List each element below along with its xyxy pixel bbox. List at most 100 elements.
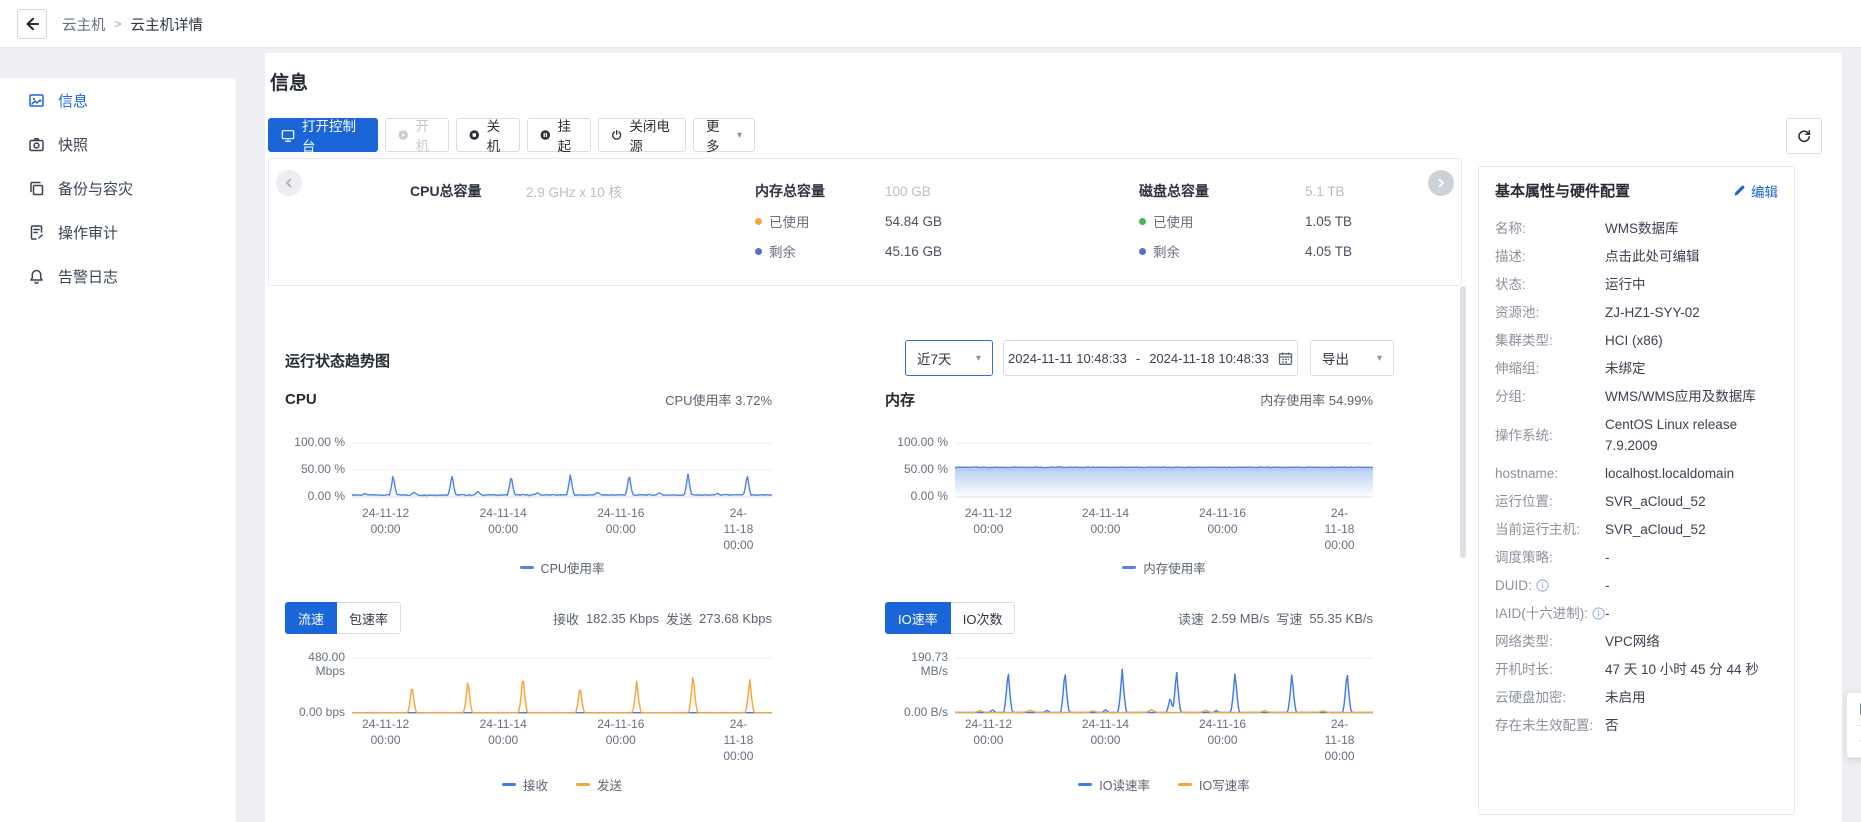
sidebar-item-audit[interactable]: 操作审计 [0, 210, 236, 254]
x-axis-tick: 24-11-12 00:00 [964, 717, 1013, 747]
memory-plot-svg [955, 442, 1373, 498]
y-axis-label: 0.00 % [910, 489, 948, 503]
sidebar-item-alarm-log[interactable]: 告警日志 [0, 254, 236, 298]
write-value: 55.35 KB/s [1309, 610, 1373, 626]
play-circle-icon [398, 130, 409, 140]
top-bar: 云主机 > 云主机详情 [0, 0, 1861, 48]
memory-used-label: 已使用 [769, 215, 810, 230]
tab-io-rate[interactable]: IO速率 [885, 602, 951, 634]
memory-used-value: 54.84 GB [885, 213, 943, 229]
more-label: 更多 [706, 119, 720, 154]
property-value: WMS数据库 [1605, 221, 1679, 236]
property-label: 当前运行主机: [1495, 522, 1580, 537]
cpu-capacity-stat: CPU总容量 2.9 GHz x 10 核 [410, 181, 622, 201]
cpu-plot-svg [352, 442, 772, 498]
breadcrumb-root[interactable]: 云主机 [62, 14, 106, 35]
chart-legend: CPU使用率 [352, 558, 772, 577]
legend-item[interactable]: IO读速率 [1078, 775, 1150, 794]
chart-legend: IO读速率 IO写速率 [955, 775, 1373, 794]
carousel-prev-button[interactable] [276, 170, 302, 196]
property-label: hostname: [1495, 466, 1559, 481]
export-select[interactable]: 导出 ▾ [1310, 340, 1394, 376]
plot-area[interactable] [352, 646, 772, 718]
plot-area[interactable] [352, 418, 772, 502]
camera-icon [29, 137, 44, 151]
time-range-select[interactable]: 近7天 ▾ [905, 340, 993, 376]
legend-label: 内存使用率 [1143, 562, 1206, 576]
audit-doc-icon [30, 224, 43, 240]
IO读速率-area [955, 669, 1373, 713]
x-axis-tick: 24-11-18 00:00 [1324, 506, 1355, 552]
chart-current-stat: 内存使用率 54.99% [1260, 392, 1373, 408]
x-axis-tick: 24-11-18 00:00 [723, 506, 754, 552]
property-label: 云硬盘加密: [1495, 690, 1567, 705]
arrow-left-icon [26, 17, 40, 31]
tab-packet-rate[interactable]: 包速率 [336, 602, 402, 634]
content-scrollbar[interactable] [1460, 286, 1466, 558]
refresh-button[interactable] [1786, 118, 1822, 154]
cpu-usage-chart: CPU CPU使用率 3.72% 100.00 % 50.00 % 0.00 % 2… [285, 388, 772, 576]
power-on-button: 开机 [385, 118, 449, 154]
plot-area[interactable] [955, 418, 1373, 502]
disk-free-label: 剩余 [1153, 245, 1180, 260]
property-value: - [1605, 550, 1610, 565]
legend-dash-icon [519, 566, 534, 569]
sidebar-item-snapshot[interactable]: 快照 [0, 122, 236, 166]
tab-label: IO速率 [898, 611, 938, 627]
property-value: 否 [1605, 718, 1619, 733]
sidebar-item-backup[interactable]: 备份与容灾 [0, 166, 236, 210]
chart-header: CPU CPU使用率 3.72% [285, 388, 772, 410]
cpu-capacity-label: CPU总容量 [410, 183, 482, 199]
plot-area[interactable] [955, 646, 1373, 718]
legend-item[interactable]: 接收 [501, 775, 548, 794]
more-button[interactable]: 更多 ▾ [693, 118, 755, 154]
suspend-button[interactable]: 挂起 [527, 118, 591, 154]
open-console-button[interactable]: 打开控制台 [268, 118, 378, 154]
tab-io-count[interactable]: IO次数 [949, 602, 1016, 634]
carousel-next-button[interactable] [1428, 170, 1454, 196]
chart-legend: 内存使用率 [955, 558, 1373, 577]
shutdown-button[interactable]: 关机 [456, 118, 520, 154]
y-axis-label: 0.00 B/s [903, 705, 948, 719]
tab-traffic-rate[interactable]: 流速 [285, 602, 338, 634]
legend-item[interactable]: 内存使用率 [1122, 558, 1206, 577]
y-axis-label: 50.00 % [903, 462, 948, 476]
sidebar-item-info[interactable]: 信息 [0, 78, 236, 122]
rx-label: 接收 [552, 611, 579, 627]
property-value: - [1605, 578, 1610, 593]
date-range-picker[interactable]: 2024-11-11 10:48:33 - 2024-11-18 10:48:3… [1003, 340, 1298, 376]
property-label: 分组: [1495, 389, 1526, 404]
sidebar: 信息 快照 备份与容灾 操作审计 告警日志 [0, 78, 237, 822]
power-off-button[interactable]: 关闭电源 [598, 118, 686, 154]
info-icon[interactable] [1592, 607, 1605, 620]
page-title: 信息 [270, 73, 309, 94]
back-button[interactable] [17, 9, 47, 39]
legend-item[interactable]: CPU使用率 [519, 558, 604, 577]
legend-item[interactable]: 发送 [576, 775, 622, 794]
disk-capacity-stat: 磁盘总容量 5.1 TB 已使用 1.05 TB 剩余 4.05 TB [1139, 181, 1352, 261]
network-summary: 接收 182.35 Kbps 发送 273.68 Kbps [553, 609, 772, 628]
IO写速率-line [955, 709, 1373, 714]
suspend-label: 挂起 [557, 119, 572, 154]
shutdown-label: 关机 [486, 119, 501, 154]
property-label: 状态: [1495, 277, 1526, 292]
disk-used-row: 已使用 [1139, 211, 1305, 231]
property-value: 47 天 10 小时 45 分 44 秒 [1605, 662, 1759, 677]
x-axis-tick: 24-11-18 00:00 [1324, 717, 1355, 763]
disk-used-value: 1.05 TB [1305, 213, 1353, 229]
x-axis-tick: 24-11-18 00:00 [723, 717, 754, 763]
pause-circle-icon [540, 130, 551, 140]
legend-dash-icon [501, 783, 516, 786]
floating-tools-widget [1846, 692, 1861, 758]
legend-item[interactable]: IO写速率 [1178, 775, 1250, 794]
io-summary: 读速 2.59 MB/s 写速 55.35 KB/s [1178, 609, 1373, 628]
chart-header: 内存 内存使用率 54.99% [885, 388, 1373, 410]
legend-dash-icon [1122, 566, 1137, 569]
legend-label: 发送 [597, 779, 623, 793]
memory-free-value: 45.16 GB [885, 243, 943, 259]
tab-label: 包速率 [349, 611, 389, 627]
alarm-bell-icon [30, 269, 43, 284]
info-icon[interactable] [1536, 579, 1549, 592]
edit-button[interactable]: 编辑 [1733, 181, 1778, 201]
chevron-right-icon [1438, 178, 1444, 188]
